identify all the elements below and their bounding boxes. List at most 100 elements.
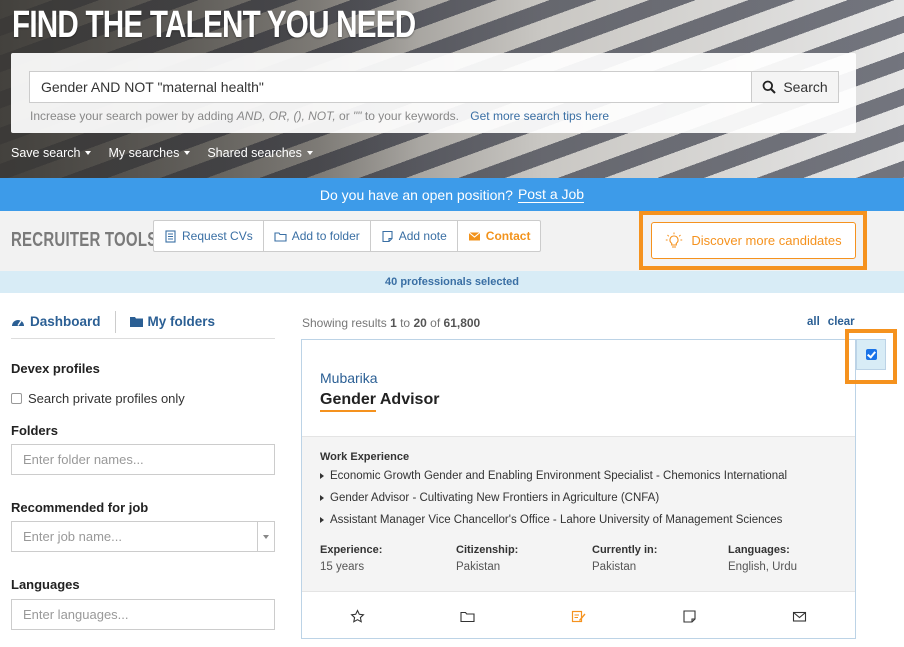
add-note-label: Add note — [398, 229, 447, 243]
dashboard-icon — [12, 319, 24, 326]
tab-my-folders[interactable]: My folders — [129, 314, 216, 329]
tab-dashboard-label: Dashboard — [30, 314, 101, 329]
tab-divider — [114, 310, 116, 333]
envelope-icon — [468, 231, 481, 240]
clear-selection-link[interactable]: clear — [828, 316, 855, 328]
results-count: Showing results 1 to 20 of 61,800 — [302, 316, 480, 330]
lightbulb-icon — [666, 232, 683, 247]
stat-value: English, Urdu — [728, 561, 798, 573]
devex-profiles-heading: Devex profiles — [11, 361, 100, 376]
add-to-folder-button[interactable]: Add to folder — [264, 221, 371, 251]
folders-input[interactable]: Enter folder names... — [11, 444, 275, 475]
candidate-stats: Experience: 15 years Citizenship: Pakistan… — [320, 544, 864, 573]
star-icon[interactable] — [350, 608, 365, 624]
work-experience-list: Economic Growth Gender and Enabling Envi… — [320, 465, 787, 531]
candidate-name[interactable]: Mubarika — [320, 370, 378, 386]
select-candidate-toggle[interactable] — [856, 339, 886, 370]
title-highlight: Gender — [320, 391, 377, 412]
search-panel: Gender AND NOT "maternal health" Search … — [11, 53, 856, 133]
my-searches-label: My searches — [108, 146, 180, 160]
recommended-heading: Recommended for job — [11, 500, 149, 515]
showing-label: Showing results — [302, 316, 387, 330]
edit-note-icon[interactable] — [571, 609, 586, 624]
to-label: to — [400, 316, 411, 330]
save-search-label: Save search — [11, 146, 81, 160]
document-icon — [165, 229, 176, 243]
results-to: 20 — [413, 316, 427, 330]
results-from: 1 — [390, 316, 397, 330]
results-total: 61,800 — [443, 316, 481, 330]
hint-operators: AND, OR, (), NOT, — [236, 109, 336, 123]
caret-down-icon — [85, 151, 92, 155]
hint-or: or — [335, 109, 354, 123]
title-rest: Advisor — [376, 391, 440, 408]
shared-searches-dropdown[interactable]: Shared searches — [207, 146, 313, 160]
stat-value: Pakistan — [456, 561, 501, 573]
hero-banner: FIND THE TALENT YOU NEED Gender AND NOT … — [0, 0, 904, 178]
caret-down-icon — [184, 151, 191, 155]
hint-suffix: to your keywords. — [361, 109, 459, 123]
private-profiles-checkbox[interactable]: Search private profiles only — [11, 391, 185, 406]
save-search-dropdown[interactable]: Save search — [11, 146, 92, 160]
caret-down-icon — [306, 151, 313, 155]
languages-heading: Languages — [11, 577, 80, 592]
hint-quotes: "" — [353, 109, 362, 123]
folder-icon — [274, 231, 287, 242]
note-icon[interactable] — [682, 609, 697, 624]
candidate-details: Work Experience Economic Growth Gender a… — [302, 436, 855, 592]
note-icon — [382, 230, 393, 242]
select-highlight — [845, 329, 897, 384]
discover-more-candidates-button[interactable]: Discover more candidates — [651, 222, 856, 259]
search-tips-link[interactable]: Get more search tips here — [470, 109, 609, 123]
job-select[interactable]: Enter job name... — [11, 521, 275, 552]
folders-heading: Folders — [11, 423, 58, 438]
search-button[interactable]: Search — [751, 71, 839, 103]
checked-checkbox-icon[interactable] — [865, 349, 877, 360]
discover-highlight: Discover more candidates — [639, 211, 867, 270]
shared-searches-label: Shared searches — [207, 146, 302, 160]
folder-icon[interactable] — [460, 609, 475, 624]
discover-label: Discover more candidates — [691, 233, 842, 248]
tab-dashboard[interactable]: Dashboard — [11, 314, 101, 329]
stat-languages: Languages: English, Urdu — [728, 544, 864, 573]
stat-key: Citizenship: — [456, 544, 519, 556]
hint-prefix: Increase your search power by adding — [30, 109, 237, 123]
job-select-placeholder: Enter job name... — [23, 529, 122, 544]
add-note-button[interactable]: Add note — [371, 221, 458, 251]
card-actions — [302, 596, 855, 636]
stat-citizenship: Citizenship: Pakistan — [456, 544, 592, 573]
select-all-link[interactable]: all — [807, 316, 820, 328]
post-job-text: Do you have an open position? — [319, 186, 513, 203]
stat-key: Languages: — [728, 544, 790, 556]
languages-input[interactable]: Enter languages... — [11, 599, 275, 630]
envelope-icon[interactable] — [792, 609, 807, 624]
search-input[interactable]: Gender AND NOT "maternal health" — [29, 71, 752, 103]
tool-button-group: Request CVs Add to folder Add note Conta… — [153, 220, 542, 252]
stat-experience: Experience: 15 years — [320, 544, 456, 573]
search-button-label: Search — [783, 79, 828, 95]
recruiter-tools-label: RECRUITER TOOLS — [11, 229, 158, 251]
hero-title: FIND THE TALENT YOU NEED — [12, 4, 416, 46]
request-cvs-button[interactable]: Request CVs — [154, 221, 264, 251]
checkbox-box[interactable] — [11, 393, 22, 404]
list-item: Assistant Manager Vice Chancellor's Offi… — [320, 509, 787, 531]
contact-button[interactable]: Contact — [458, 221, 541, 251]
select-controls: all clear — [807, 316, 855, 328]
dropdown-arrow-icon[interactable] — [257, 522, 274, 551]
private-profiles-label: Search private profiles only — [28, 391, 185, 406]
contact-label: Contact — [485, 229, 531, 243]
my-searches-dropdown[interactable]: My searches — [108, 146, 191, 160]
tab-my-folders-label: My folders — [147, 314, 216, 329]
folder-icon — [129, 317, 143, 327]
stat-key: Currently in: — [592, 544, 658, 556]
search-icon — [762, 80, 777, 94]
candidate-title: Gender Advisor — [320, 391, 440, 412]
search-hint: Increase your search power by adding AND… — [30, 109, 609, 123]
stat-value: 15 years — [320, 561, 365, 573]
post-job-link[interactable]: Post a Job — [517, 186, 585, 203]
search-menus: Save search My searches Shared searches — [11, 146, 313, 160]
post-job-bar: Do you have an open position? Post a Job — [0, 178, 904, 211]
sidebar-tabs: Dashboard My folders — [11, 305, 275, 339]
list-item: Economic Growth Gender and Enabling Envi… — [320, 465, 787, 487]
stat-value: Pakistan — [592, 561, 637, 573]
